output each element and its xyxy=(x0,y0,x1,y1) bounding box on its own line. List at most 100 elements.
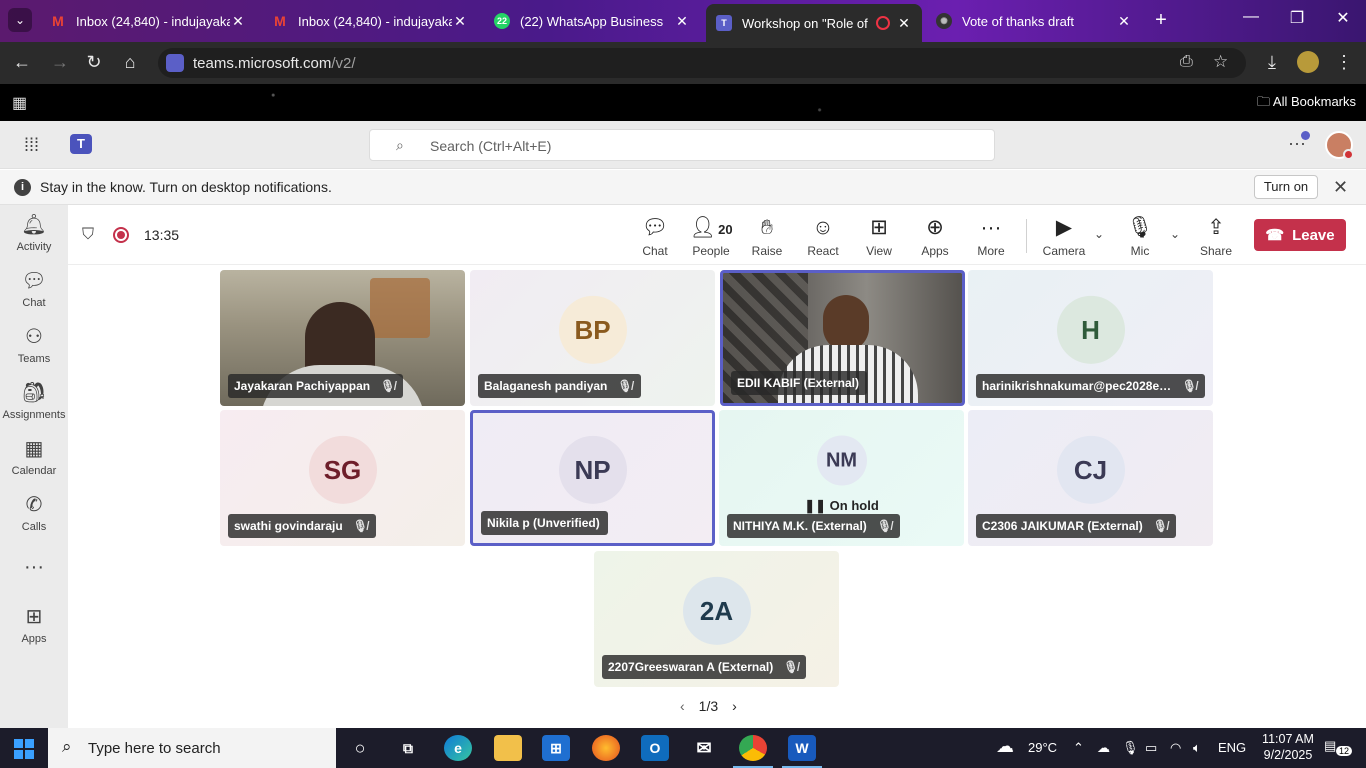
close-tab-icon[interactable]: ✕ xyxy=(674,13,690,30)
rail-item-teams[interactable]: ⚇ Teams xyxy=(0,325,68,365)
microsoft-store-icon[interactable]: ⊞ xyxy=(542,735,570,761)
browser-menu-icon[interactable]: ⋮ xyxy=(1332,52,1356,73)
more-dots-icon: ··· xyxy=(980,216,1002,239)
task-view-icon[interactable]: ⧉ xyxy=(394,735,422,761)
rail-item-assignments[interactable]: 🎒︎ Assignments xyxy=(0,381,68,421)
back-arrow-icon[interactable]: ← xyxy=(10,52,34,73)
tab-title: (22) WhatsApp Business xyxy=(520,13,664,29)
share-button[interactable]: ⇪ Share xyxy=(1188,215,1244,258)
apps-button[interactable]: ⊕ Apps xyxy=(907,215,963,258)
participant-tile[interactable]: 2A 2207Greeswaran A (External) 🎙︎̸ xyxy=(594,551,839,687)
close-tab-icon[interactable]: ✕ xyxy=(230,13,246,30)
system-clock[interactable]: 11:07 AM 9/2/2025 xyxy=(1258,731,1318,763)
apps-grid-icon[interactable]: ▦ xyxy=(12,93,27,113)
react-button[interactable]: ☺ React xyxy=(795,215,851,258)
outlook-icon[interactable]: O xyxy=(641,735,669,761)
rail-item-more[interactable]: ··· xyxy=(0,555,68,579)
downloads-icon[interactable]: ⤓ xyxy=(1260,52,1284,73)
leave-button[interactable]: ☎ Leave xyxy=(1254,219,1346,251)
chat-button[interactable]: 💬︎ Chat xyxy=(627,215,683,258)
close-tab-icon[interactable]: ✕ xyxy=(896,15,912,32)
participant-name: Nikila p (Unverified) xyxy=(487,516,600,530)
close-banner-icon[interactable]: ✕ xyxy=(1333,177,1348,198)
chrome-icon[interactable] xyxy=(739,735,767,761)
camera-button[interactable]: ▶︎ Camera xyxy=(1036,215,1092,258)
participant-tile[interactable]: H harinikrishnakumar@pec2028edu... 🎙︎̸ xyxy=(968,270,1213,406)
taskbar-search-input[interactable]: ⌕ Type here to search xyxy=(48,728,336,768)
participant-tile[interactable]: SG swathi govindaraju 🎙︎̸ xyxy=(220,410,465,546)
reload-icon[interactable]: ↻ xyxy=(82,52,106,73)
close-tab-icon[interactable]: ✕ xyxy=(452,13,468,30)
shield-icon[interactable]: ⛉ xyxy=(82,226,94,244)
forward-arrow-icon[interactable]: → xyxy=(48,52,72,73)
profile-avatar[interactable] xyxy=(1297,51,1319,73)
browser-tab-teams-active[interactable]: T Workshop on "Role of EI ✕ xyxy=(706,4,922,42)
browser-tab-vote-of-thanks[interactable]: ✺ Vote of thanks draft ✕ xyxy=(926,6,1142,36)
mic-button[interactable]: 🎙︎ Mic xyxy=(1112,215,1168,258)
app-launcher-waffle-icon[interactable]: ⁞⁞⁞ xyxy=(24,135,39,156)
minimize-window-button[interactable]: — xyxy=(1236,8,1266,26)
participant-tile[interactable]: Jayakaran Pachiyappan 🎙︎̸ xyxy=(220,270,465,406)
participant-tile-active-speaker[interactable]: EDII KABIF (External) xyxy=(720,270,965,406)
participant-avatar: H xyxy=(1056,295,1125,364)
info-icon: i xyxy=(14,179,31,196)
clock-date: 9/2/2025 xyxy=(1263,748,1313,762)
file-explorer-icon[interactable] xyxy=(494,735,522,761)
address-bar[interactable]: teams.microsoft.com/v2/ ⎙ ☆ xyxy=(158,48,1246,78)
rail-item-activity[interactable]: 🔔︎ Activity xyxy=(0,213,68,253)
previous-page-chevron-icon[interactable]: ‹ xyxy=(680,698,685,714)
participant-name: swathi govindaraju xyxy=(234,519,343,533)
participant-tile[interactable]: BP Balaganesh pandiyan 🎙︎̸ xyxy=(470,270,715,406)
firefox-icon[interactable] xyxy=(592,735,620,761)
show-hidden-icons-chevron[interactable]: ⌃ xyxy=(1073,740,1084,756)
participant-tile-active-speaker[interactable]: NP Nikila p (Unverified) xyxy=(470,410,715,546)
view-button[interactable]: ⊞ View xyxy=(851,215,907,258)
microphone-icon[interactable]: 🎙︎ xyxy=(1122,740,1139,756)
add-apps-icon: ⊞ xyxy=(25,606,43,628)
browser-tab-gmail-1[interactable]: M Inbox (24,840) - indujayakara ✕ xyxy=(40,6,256,36)
participant-tile[interactable]: NM ❚❚ On hold NITHIYA M.K. (External) 🎙︎… xyxy=(719,410,964,546)
install-app-icon[interactable]: ⎙ xyxy=(1180,53,1193,71)
windows-start-icon[interactable] xyxy=(14,739,34,759)
recording-icon[interactable] xyxy=(113,227,129,243)
people-button[interactable]: 👤︎ 20 People xyxy=(683,215,739,258)
gallery-pager: ‹ 1/3 › xyxy=(680,698,737,714)
battery-icon[interactable]: ▭ xyxy=(1145,740,1157,756)
chat-icon: 💬︎ xyxy=(21,270,47,292)
browser-tab-whatsapp[interactable]: 22 (22) WhatsApp Business ✕ xyxy=(484,6,700,36)
wifi-icon[interactable]: ◠ xyxy=(1170,740,1181,756)
weather-cloud-icon[interactable]: ☁ xyxy=(996,736,1014,757)
rail-item-calls[interactable]: ✆ Calls xyxy=(0,493,68,533)
all-bookmarks-button[interactable]: 🗀 All Bookmarks xyxy=(1257,93,1356,115)
volume-icon[interactable]: 🔈︎ xyxy=(1193,740,1201,756)
rail-item-chat[interactable]: 💬︎ Chat xyxy=(0,269,68,309)
browser-tab-gmail-2[interactable]: M Inbox (24,840) - indujayakara ✕ xyxy=(262,6,478,36)
turn-on-notifications-button[interactable]: Turn on xyxy=(1254,175,1318,199)
close-tab-icon[interactable]: ✕ xyxy=(1116,13,1132,30)
new-tab-button[interactable]: + xyxy=(1150,10,1172,30)
search-input[interactable]: ⌕ Search (Ctrl+Alt+E) xyxy=(369,129,995,161)
edge-icon[interactable]: e xyxy=(444,735,472,761)
cortana-icon[interactable]: ○ xyxy=(346,735,374,761)
word-icon[interactable]: W xyxy=(788,735,816,761)
bookmark-star-icon[interactable]: ☆ xyxy=(1213,52,1228,72)
participant-tile[interactable]: CJ C2306 JAIKUMAR (External) 🎙︎̸ xyxy=(968,410,1213,546)
home-icon[interactable]: ⌂ xyxy=(118,52,142,73)
restore-window-button[interactable]: ❐ xyxy=(1282,8,1312,28)
user-avatar[interactable] xyxy=(1325,131,1354,160)
mail-icon[interactable]: ✉ xyxy=(690,735,718,761)
rail-item-calendar[interactable]: ▦ Calendar xyxy=(0,437,68,477)
mic-options-chevron-icon[interactable]: ⌄ xyxy=(1170,227,1180,241)
rail-item-apps[interactable]: ⊞ Apps xyxy=(0,605,68,645)
camera-options-chevron-icon[interactable]: ⌄ xyxy=(1094,227,1104,241)
close-window-button[interactable]: ✕ xyxy=(1328,8,1358,28)
input-language[interactable]: ENG xyxy=(1218,740,1246,755)
onedrive-icon[interactable]: ☁ xyxy=(1097,740,1110,756)
notification-center-icon[interactable]: ▤ 12 xyxy=(1324,738,1353,758)
tab-search-button[interactable]: ⌄ xyxy=(8,8,32,32)
weather-temperature[interactable]: 29°C xyxy=(1028,740,1057,755)
raise-hand-button[interactable]: ✋︎ Raise xyxy=(739,215,795,258)
windows-taskbar: ⌕ Type here to search ○ ⧉ e ⊞ O ✉ W ☁ 29… xyxy=(0,728,1366,768)
more-button[interactable]: ··· More xyxy=(963,215,1019,258)
next-page-chevron-icon[interactable]: › xyxy=(732,698,737,714)
